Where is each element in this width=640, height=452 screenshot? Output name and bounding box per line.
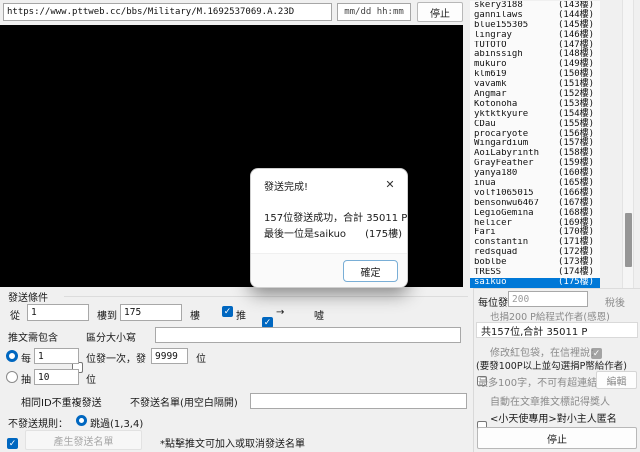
from-label: 從 [10,307,20,322]
list-item-username: inua [474,179,558,189]
list-item-username: saikuo [474,278,558,288]
mark-winners-label: 自動在文章推文標記得獎人 [490,393,610,408]
draw-unit-label: 位 [86,371,96,386]
list-item-username: GrayFeather [474,159,558,169]
skip-rule-label: 跳過(1,3,4) [90,415,143,430]
contain-label: 推文需包含 [8,329,58,344]
per-person-label: 每位發 [478,294,508,309]
list-item-username: mukuro [474,60,558,70]
list-item-username: blue155305 [474,21,558,31]
list-item-username: yanya180 [474,169,558,179]
exclude-list-input[interactable] [250,393,467,409]
list-item-floor: (175樓) [558,278,594,288]
limit-label: 最多100字，不可有超連結 [478,374,597,389]
draw-count-input[interactable]: 10 [34,369,79,385]
draw-radio[interactable] [6,371,18,383]
url-input[interactable]: https://www.pttweb.cc/bbs/Military/M.169… [3,3,332,21]
list-item-username: LegioGemina [474,209,558,219]
boo-label: 噓 [314,307,324,322]
list-item-username: Angmar [474,90,558,100]
from-floor-input[interactable]: 1 [27,304,89,321]
dialog-title: 發送完成! [264,178,308,193]
close-icon: ✕ [385,178,394,191]
angel-label: <小天使專用>對小主人匿名 [490,410,617,425]
list-item-username: abinssigh [474,50,558,60]
to-label: 樓到 [97,307,117,322]
dialog-footer: 確定 [251,253,407,287]
envelope-label: 修改紅包袋，在信裡說： [490,344,600,359]
stop-button-top[interactable]: 停止 [417,2,463,22]
per-person-input[interactable]: 200 [508,291,588,307]
list-item-username: gannilaws [474,11,558,21]
scrollbar-thumb[interactable] [625,213,632,267]
list-item-username: redsquad [474,248,558,258]
list-item-username: boblbe [474,258,558,268]
list-item-username: Kotonoha [474,100,558,110]
contain-text-input[interactable] [155,327,461,343]
same-id-checkbox[interactable] [7,438,18,449]
envelope-note: (要發100P以上並勾選捐P幣給作者) [476,358,627,372]
case-sensitive-label: 區分大小寫 [86,329,136,344]
total-summary: 共157位,合計 35011 P [476,322,638,338]
every-radio[interactable] [6,350,18,362]
send-complete-dialog: 發送完成! ✕ 157位發送成功，合計 35011 P 最後一位是saikuo … [250,168,408,288]
list-item-username: procaryote [474,130,558,140]
panel-divider [473,288,474,452]
list-item-username: TUTOTO [474,41,558,51]
push-label: 推 [236,307,246,322]
recipient-list[interactable]: skery3188(143樓)gannilaws(144樓)blue155305… [470,1,600,288]
after-tax-label: 稅後 [605,294,625,309]
dialog-message-line1: 157位發送成功，合計 35011 P [264,209,407,224]
every-count-input[interactable]: 1 [34,348,79,364]
group-border [64,296,468,297]
generate-list-button[interactable]: 產生發送名單 [25,430,142,450]
list-item-username: Fari [474,228,558,238]
send-count-input[interactable]: 9999 [151,348,188,364]
ok-button[interactable]: 確定 [343,260,398,282]
edit-button[interactable]: 編輯 [596,371,637,389]
time-input[interactable]: mm/dd hh:mm [337,3,411,21]
group-label-send-conditions: 發送條件 [8,289,48,304]
list-item[interactable]: saikuo(175樓) [470,278,600,288]
rule-label: 不發送規則： [8,415,68,430]
panel-top-border [474,288,640,289]
unit-label: 位 [196,350,206,365]
same-id-label: 相同ID不重複發送 [21,394,102,409]
list-item-username: CDau [474,120,558,130]
list-item-username: TRESS [474,268,558,278]
list-item-username: klm619 [474,70,558,80]
skip-rule-radio[interactable] [76,415,87,426]
list-item-username: Wingardium [474,139,558,149]
recipient-list-scrollbar[interactable] [622,0,634,288]
to-floor-input[interactable]: 175 [120,304,182,321]
draw-label: 抽 [21,371,31,386]
arrow-label: → [276,307,284,318]
list-item-username: volf1065015 [474,189,558,199]
list-item-username: lingray [474,31,558,41]
list-item-username: yktktkyure [474,110,558,120]
list-item-username: skery3188 [474,1,558,11]
list-item-username: bensonwu6467 [474,199,558,209]
every-label: 每 [21,350,31,365]
dialog-message-line2: 最後一位是saikuo (175樓) [264,225,402,240]
list-item-username: constantin [474,238,558,248]
list-item-username: helicer [474,219,558,229]
click-hint-label: *點擊推文可加入或取消發送名單 [160,435,305,450]
floor-label: 樓 [190,307,200,322]
stop-button-bottom[interactable]: 停止 [477,427,637,449]
dialog-close-button[interactable]: ✕ [381,175,399,193]
donate-label: 也捐200 P給程式作者(感恩) [490,309,610,323]
exclude-list-label: 不發送名單(用空白隔開) [130,394,238,409]
list-item-username: vavamk [474,80,558,90]
push-checkbox[interactable] [222,306,233,317]
list-item-username: AoiLabyrinth [474,149,558,159]
every-suffix-label: 位發一次，發 [86,350,146,365]
